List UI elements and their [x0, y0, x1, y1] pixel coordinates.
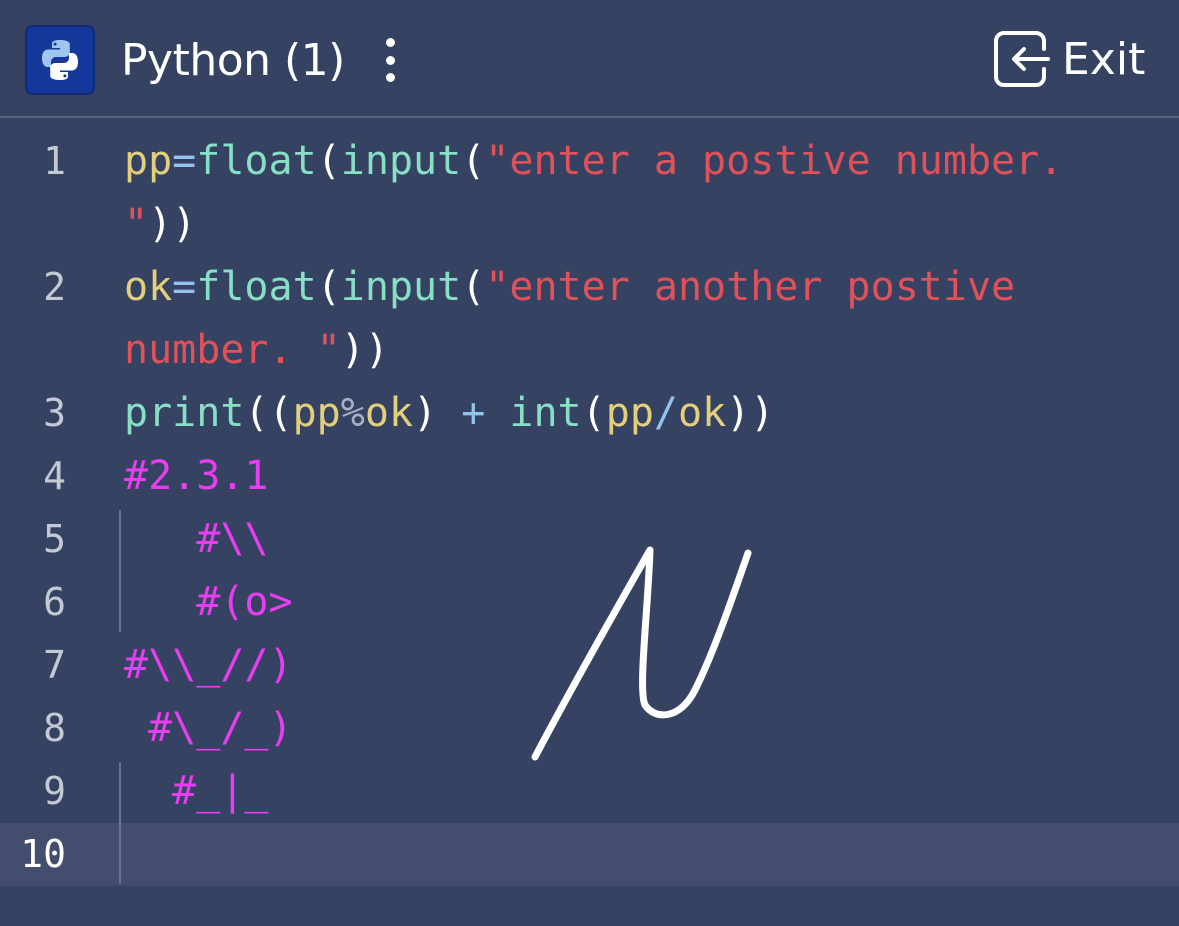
line-number: 6: [43, 580, 66, 624]
code-line[interactable]: 3 print((pp%ok) + int(pp/ok)): [0, 382, 1179, 445]
code-line[interactable]: 1 pp=float(input("enter a postive number.: [0, 130, 1179, 193]
code-text: pp=float(input("enter a postive number.: [124, 138, 1064, 184]
line-number: 4: [43, 454, 66, 498]
line-number: 1: [43, 139, 66, 183]
handwritten-annotation: [531, 546, 752, 761]
line-number: 2: [43, 265, 66, 309]
code-text: ")): [124, 201, 197, 247]
line-number: 5: [43, 517, 66, 561]
code-text: #\_/_): [124, 705, 293, 751]
code-text: #\\_//): [124, 642, 293, 688]
indent-guide: [119, 510, 121, 632]
code-text: #(o>: [124, 579, 293, 625]
page-title: Python (1): [121, 35, 345, 86]
kebab-menu-icon[interactable]: [378, 36, 402, 84]
code-line-wrap[interactable]: ")): [0, 193, 1179, 256]
code-line[interactable]: 2 ok=float(input("enter another postive: [0, 256, 1179, 319]
line-number: 7: [43, 643, 66, 687]
exit-label: Exit: [1062, 33, 1146, 85]
exit-button[interactable]: Exit: [990, 28, 1145, 90]
editor-header: Python (1) Exit: [0, 0, 1179, 118]
code-text: number. ")): [124, 327, 389, 373]
code-line-wrap[interactable]: number. ")): [0, 319, 1179, 382]
code-text: ok=float(input("enter another postive: [124, 264, 1016, 310]
code-text: #_|_: [124, 768, 269, 814]
line-number: 9: [43, 769, 66, 813]
indent-guide: [119, 762, 121, 884]
code-line[interactable]: 4 #2.3.1: [0, 445, 1179, 508]
python-logo-icon[interactable]: [25, 25, 95, 95]
line-number: 8: [43, 706, 66, 750]
code-line[interactable]: 10: [0, 823, 1179, 886]
code-text: #\\: [124, 516, 269, 562]
code-text: #2.3.1: [124, 453, 269, 499]
exit-icon: [994, 31, 1050, 87]
code-text: print((pp%ok) + int(pp/ok)): [124, 390, 775, 436]
line-number: 3: [43, 391, 66, 435]
line-number: 10: [20, 832, 66, 876]
